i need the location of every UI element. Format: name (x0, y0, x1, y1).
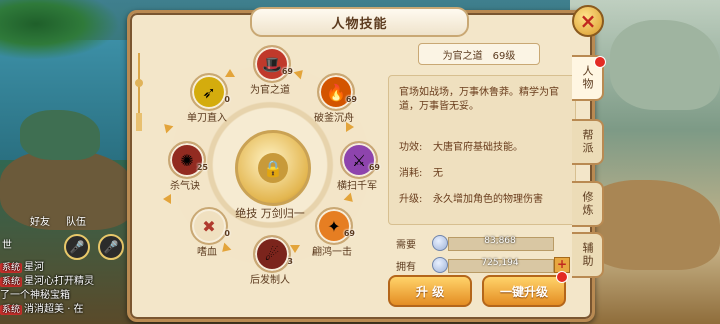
arrow-icon (346, 122, 354, 132)
official-icon: 🎩 (253, 45, 291, 83)
required-value: 83,868 (484, 236, 516, 246)
upgrade-row: 升级: 永久增加角色的物理伤害 (399, 194, 543, 205)
tab-guild[interactable]: 帮派 (572, 119, 604, 165)
swoop-icon: ✦ (315, 207, 353, 245)
silver-coin-icon (432, 257, 448, 273)
notification-dot (556, 271, 568, 283)
chat-line: 系统 星河心打开精灵 (0, 276, 95, 287)
skill-dandao[interactable]: ➶ 0 单刀直入 (170, 73, 244, 124)
skill-shaqi[interactable]: ✺ 25 杀气诀 (148, 141, 222, 192)
mountain (610, 20, 720, 110)
skill-wheel: 🔒 绝技 万剑归一 🎩 69 为官之道 🔥 69 破釜沉舟 ⚔ 69 横扫千军 … (140, 35, 380, 303)
chat-line: 了一个神秘宝箱 (0, 290, 70, 301)
lock-icon: 🔒 (258, 153, 288, 183)
world-label[interactable]: 世 (2, 236, 12, 251)
silver-coin-icon (432, 235, 448, 251)
required-row: 需要 83,868 (396, 235, 566, 251)
ultimate-skill-button[interactable]: 🔒 (235, 130, 311, 206)
chat-line: 系统 星河 (0, 262, 45, 273)
effect-row: 功效: 大唐官府基础技能。 (399, 142, 523, 153)
arrow-icon (290, 245, 300, 253)
aura-icon: ✺ (168, 141, 206, 179)
close-icon[interactable]: × (572, 5, 604, 37)
skill-title-name: 为官之道 (442, 50, 483, 62)
voice-icon[interactable]: 🎤 (98, 234, 124, 260)
arrow-icon (163, 194, 171, 204)
team-label[interactable]: 队伍 (66, 213, 86, 228)
skill-shixue[interactable]: ✖ 0 嗜血 (170, 207, 244, 258)
chat-line: 系统 消消超美 · 在 (0, 304, 84, 315)
skill-title-level: 69级 (492, 50, 516, 62)
sword-icon: ⚔ (340, 141, 378, 179)
owned-row: 拥有 725,194 + (396, 257, 570, 273)
oneclick-upgrade-button[interactable]: 一键升级 (482, 275, 566, 307)
description-box: 官场如战场，万事休鲁莽。精学为官道，万事皆无妥。 功效: 大唐官府基础技能。 消耗… (388, 75, 576, 225)
voice-icon[interactable]: 🎤 (64, 234, 90, 260)
upgrade-button[interactable]: 升 级 (388, 275, 472, 307)
tab-cultivation[interactable]: 修炼 (572, 181, 604, 227)
friend-label[interactable]: 好友 (30, 213, 50, 228)
panel-title: 人物技能 (250, 7, 469, 37)
skill-panel: 人物技能 × 🔒 绝技 万剑归一 🎩 69 为官之道 🔥 69 破釜沉舟 ⚔ 6… (127, 5, 604, 322)
counter-icon: ☄ (253, 235, 291, 273)
blade-icon: ➶ (190, 73, 228, 111)
notification-dot (594, 56, 606, 68)
cost-row: 消耗: 无 (399, 168, 443, 179)
skill-hengsao[interactable]: ⚔ 69 横扫千军 (320, 141, 394, 192)
tab-assist[interactable]: 辅助 (572, 232, 604, 278)
fire-icon: 🔥 (317, 73, 355, 111)
skill-description: 官场如战场，万事休鲁莽。精学为官道，万事皆无妥。 (399, 87, 559, 112)
blood-icon: ✖ (190, 207, 228, 245)
bush (20, 110, 100, 160)
skill-houfa[interactable]: ☄ 3 后发制人 (233, 235, 307, 286)
skill-title: 为官之道 69级 (418, 43, 540, 65)
game-scene-left: 好友 队伍 🎤 🎤 世 系统 星河 系统 星河心打开精灵 了一个神秘宝箱 系统 消消超… (0, 0, 135, 324)
owned-value: 725,194 (481, 258, 519, 268)
skill-pofu[interactable]: 🔥 69 破釜沉舟 (297, 73, 371, 124)
palm-trees (0, 0, 120, 60)
skill-detail: 为官之道 69级 官场如战场，万事休鲁莽。精学为官道，万事皆无妥。 功效: 大唐官… (388, 35, 576, 307)
arrow-icon (225, 69, 235, 77)
